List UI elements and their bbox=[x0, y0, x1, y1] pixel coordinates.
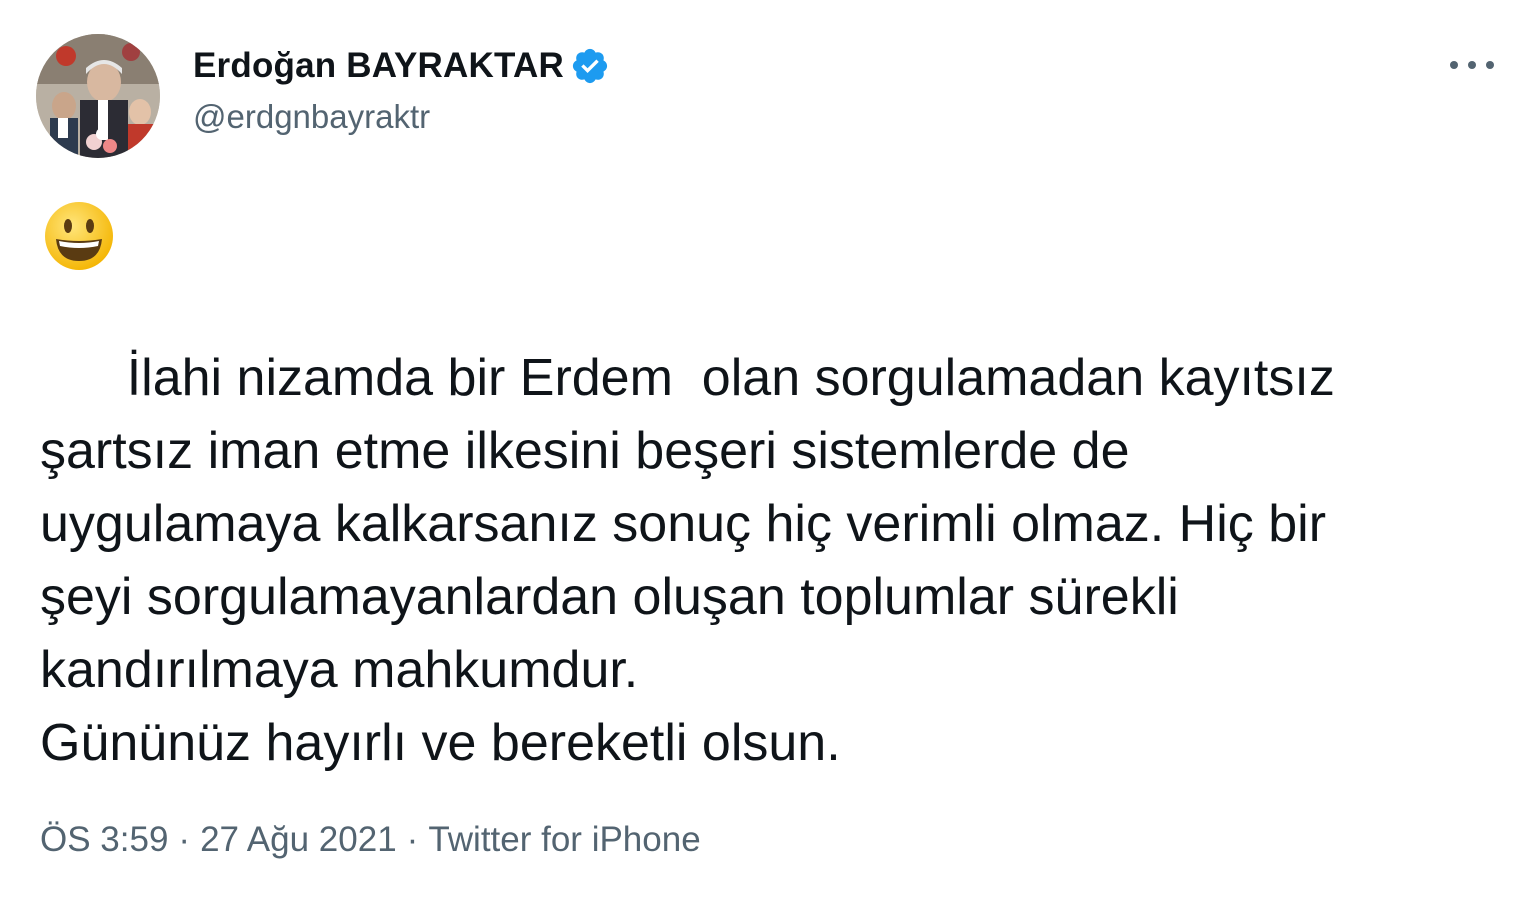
tweet-time[interactable]: ÖS 3:59 bbox=[40, 820, 168, 860]
avatar[interactable] bbox=[36, 34, 160, 158]
more-horizontal-icon-dot bbox=[1468, 61, 1476, 69]
meta-separator: · bbox=[406, 820, 419, 859]
verified-badge-icon bbox=[570, 46, 610, 86]
tweet-source-link[interactable]: Twitter for iPhone bbox=[428, 820, 700, 860]
avatar-photo bbox=[36, 34, 160, 158]
tweet-card: Erdoğan BAYRAKTAR @erdgnbayraktr İlahi n… bbox=[0, 0, 1534, 900]
author-name-row: Erdoğan BAYRAKTAR bbox=[193, 44, 610, 88]
display-name[interactable]: Erdoğan BAYRAKTAR bbox=[193, 46, 564, 86]
more-horizontal-icon-dot bbox=[1450, 61, 1458, 69]
more-options-button[interactable] bbox=[1450, 50, 1494, 80]
author-handle[interactable]: @erdgnbayraktr bbox=[193, 98, 610, 136]
more-horizontal-icon-dot bbox=[1486, 61, 1494, 69]
meta-separator: · bbox=[178, 820, 191, 859]
tweet-text: İlahi nizamda bir Erdem olan sorgulamada… bbox=[40, 349, 1335, 772]
tweet-metadata: ÖS 3:59 · 27 Ağu 2021 · Twitter for iPho… bbox=[40, 820, 701, 860]
grinning-face-icon bbox=[42, 199, 116, 273]
tweet-date[interactable]: 27 Ağu 2021 bbox=[200, 820, 397, 860]
author-block: Erdoğan BAYRAKTAR @erdgnbayraktr bbox=[193, 44, 610, 136]
